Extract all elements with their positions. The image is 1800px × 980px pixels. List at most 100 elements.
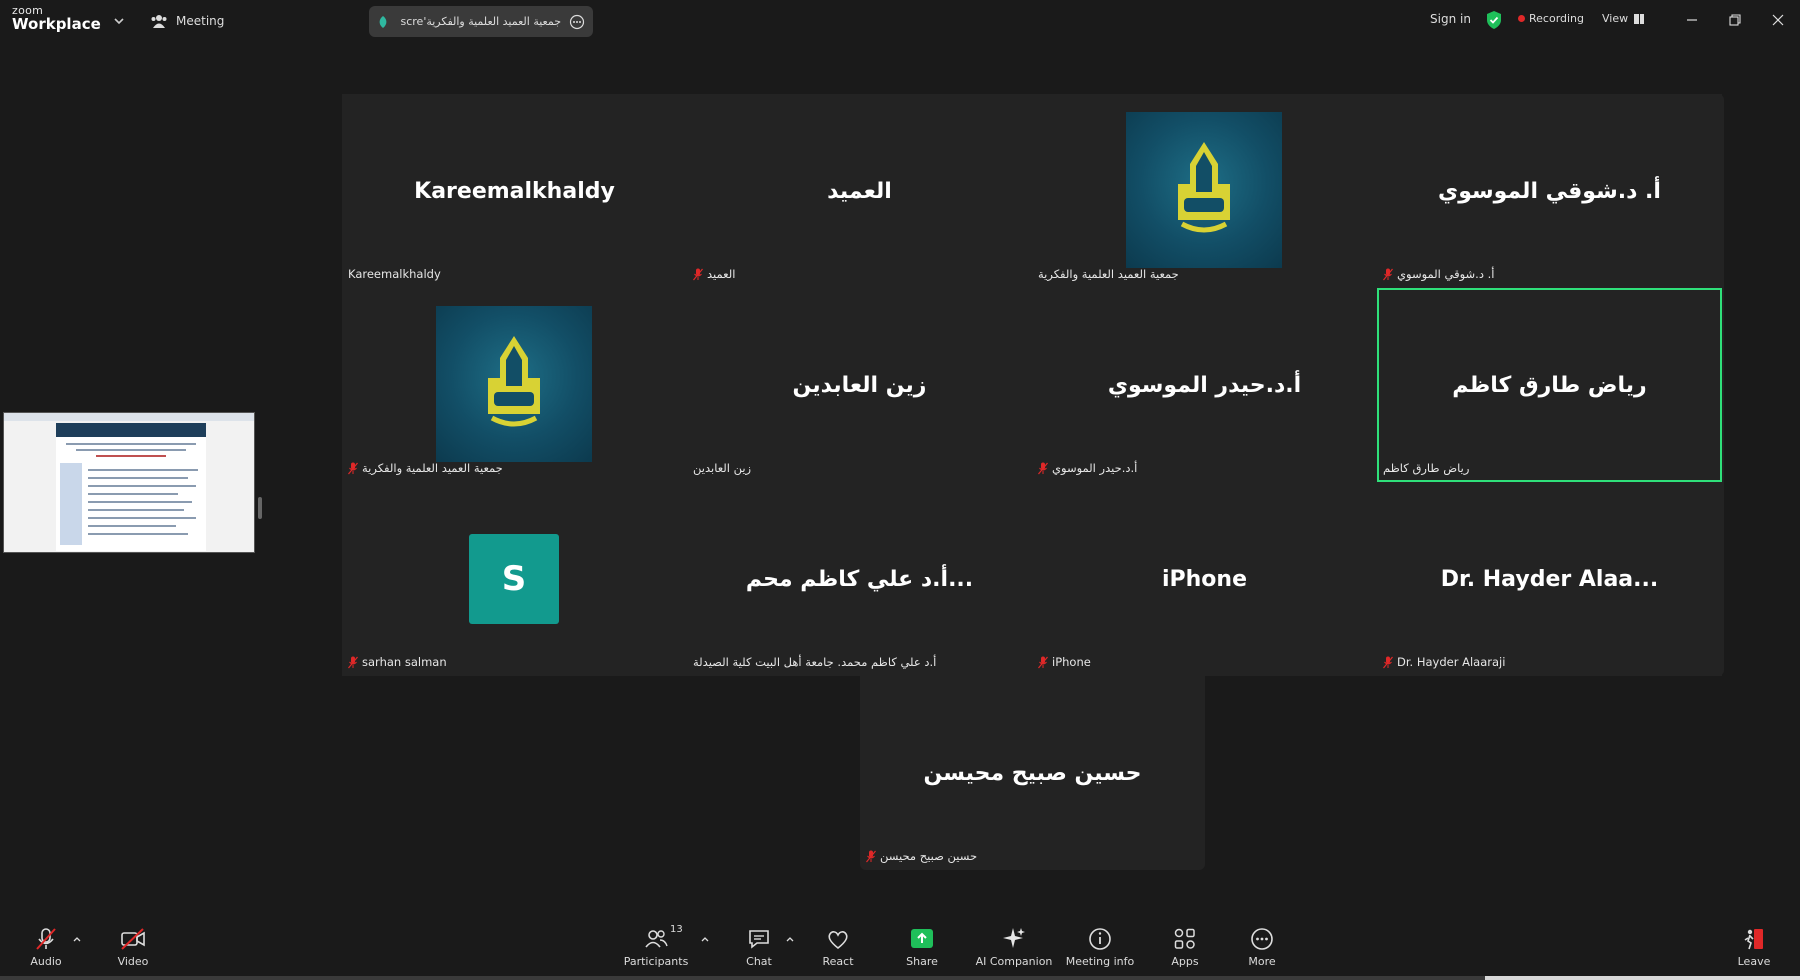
more-button[interactable]: More [1222,926,1302,974]
participants-options-caret-icon[interactable] [700,934,710,944]
restore-button[interactable] [1724,10,1746,30]
participant-tile[interactable]: Ssarhan salman [342,482,687,676]
chat-icon [749,930,769,949]
share-screen-icon [911,929,933,948]
participant-name-label: Dr. Hayder Alaaraji [1383,654,1505,670]
document-line [88,469,198,471]
document-line [88,477,188,479]
minimize-button[interactable] [1681,10,1703,30]
video-label: Video [117,955,149,968]
participant-display-name: رياض طارق كاظم [1452,372,1647,398]
participant-tile[interactable]: زين العابدين زين العابدين [687,288,1032,482]
mic-muted-icon [348,462,358,474]
video-button[interactable]: Video [93,926,173,974]
participant-display-name: Kareemalkhaldy [414,178,615,204]
participant-tile[interactable]: حسين صبيح محيسن حسين صبيح محيسن [860,676,1205,870]
share-pill-text: جمعية العميد العلمية والفكرية's scre [397,15,561,28]
share-button[interactable]: Share [882,926,962,974]
zoom-workplace-logo[interactable]: zoom Workplace [12,5,101,32]
participant-name-label: أ.د.حيدر الموسوي [1038,460,1137,476]
participant-name-label: زين العابدين [693,460,751,476]
recording-indicator[interactable]: Recording [1518,12,1584,25]
share-label: Share [906,955,938,968]
participant-label-text: Dr. Hayder Alaaraji [1397,655,1506,669]
title-bar: zoom Workplace Meeting جمعية العميد العل… [0,0,1800,42]
screen-share-indicator[interactable]: جمعية العميد العلمية والفكرية's scre [369,6,593,37]
recording-label: Recording [1529,12,1585,25]
participant-display-name: Dr. Hayder Alaa... [1440,566,1659,592]
participant-display-name: حسين صبيح محيسن [923,760,1142,786]
logo-main-text: Workplace [12,15,101,33]
shield-check-icon[interactable] [1485,10,1503,30]
ai-companion-label: AI Companion [975,955,1053,968]
recording-dot-icon [1518,15,1525,22]
leave-label: Leave [1737,955,1771,968]
sign-in-link[interactable]: Sign in [1430,12,1471,26]
participant-display-name: أ.د علي كاظم محم... [745,566,974,592]
document-line [66,443,196,445]
apps-button[interactable]: Apps [1145,926,1225,974]
participant-tile[interactable]: أ.د علي كاظم محم... أ.د علي كاظم محمد. جا… [687,482,1032,676]
participant-label-text: Kareemalkhaldy [348,267,441,281]
audio-label: Audio [30,955,62,968]
audio-options-caret-icon[interactable] [72,934,82,944]
participants-button[interactable]: Participants [616,926,696,974]
participant-tile[interactable]: Kareemalkhaldy Kareemalkhaldy [342,94,687,288]
restore-icon [1729,14,1741,26]
participant-tile[interactable]: iPhone iPhone [1032,482,1377,676]
view-button[interactable]: View [1602,12,1645,25]
close-button[interactable] [1767,10,1789,30]
participant-tile[interactable]: رياض طارق كاظم رياض طارق كاظم [1377,288,1722,482]
react-label: React [822,955,854,968]
mic-muted-icon [693,268,703,280]
participant-label-text: جمعية العميد العلمية والفكرية [362,461,503,475]
document-line [96,455,166,457]
thumbnail-resize-handle[interactable] [258,497,262,519]
meeting-toolbar: Audio Video Participants 13 Chat React S… [0,920,1800,980]
mic-muted-icon [36,928,56,950]
document-line [88,501,192,503]
view-label: View [1602,12,1629,25]
participant-label-text: iPhone [1052,655,1091,669]
bottom-strip-right [1485,976,1800,980]
participant-name-label: Kareemalkhaldy [348,266,441,282]
meeting-tab[interactable]: Meeting [150,11,224,31]
heart-icon [828,931,848,950]
shared-screen-thumbnail[interactable] [3,412,255,553]
thumbnail-toolbar [4,413,254,421]
participant-tile[interactable]: العميد العميد [687,94,1032,288]
participant-tile[interactable]: Dr. Hayder Alaa... Dr. Hayder Alaaraji [1377,482,1722,676]
participant-letter-avatar: S [469,534,559,624]
participant-name-label: جمعية العميد العلمية والفكرية [1038,266,1179,282]
ai-companion-button[interactable]: AI Companion [971,926,1057,974]
participant-display-name: زين العابدين [792,372,927,398]
chevron-down-icon[interactable] [112,14,126,28]
close-icon [1772,14,1784,26]
meeting-info-button[interactable]: Meeting info [1060,926,1140,974]
mic-muted-icon [1038,656,1048,668]
participant-label-text: sarhan salman [362,655,447,669]
mic-muted-icon [348,656,358,668]
participant-tile[interactable]: جمعية العميد العلمية والفكرية [342,288,687,482]
leave-button[interactable]: Leave [1714,926,1794,974]
participant-tile[interactable]: أ.د.حيدر الموسوي أ.د.حيدر الموسوي [1032,288,1377,482]
chat-options-caret-icon[interactable] [785,934,795,944]
participant-label-text: أ. د.شوقي الموسوي [1397,267,1495,281]
participant-tile[interactable]: جمعية العميد العلمية والفكرية [1032,94,1377,288]
participant-label-text: جمعية العميد العلمية والفكرية [1038,267,1179,281]
react-button[interactable]: React [798,926,878,974]
more-label: More [1248,955,1276,968]
document-line [76,449,186,451]
amid-society-logo-icon [1178,142,1230,233]
participant-avatar [436,306,592,462]
participant-label-text: حسين صبيح محيسن [880,849,978,863]
mic-muted-icon [866,850,876,862]
participant-tile[interactable]: أ. د.شوقي الموسوي أ. د.شوقي الموسوي [1377,94,1722,288]
more-options-icon[interactable] [569,14,585,30]
participant-display-name: iPhone [1161,566,1248,592]
participant-display-name: أ.د.حيدر الموسوي [1107,372,1302,398]
minimize-icon [1687,19,1697,21]
participant-name-label: iPhone [1038,654,1091,670]
participants-label: Participants [623,955,689,968]
participant-name-label: حسين صبيح محيسن [866,848,977,864]
